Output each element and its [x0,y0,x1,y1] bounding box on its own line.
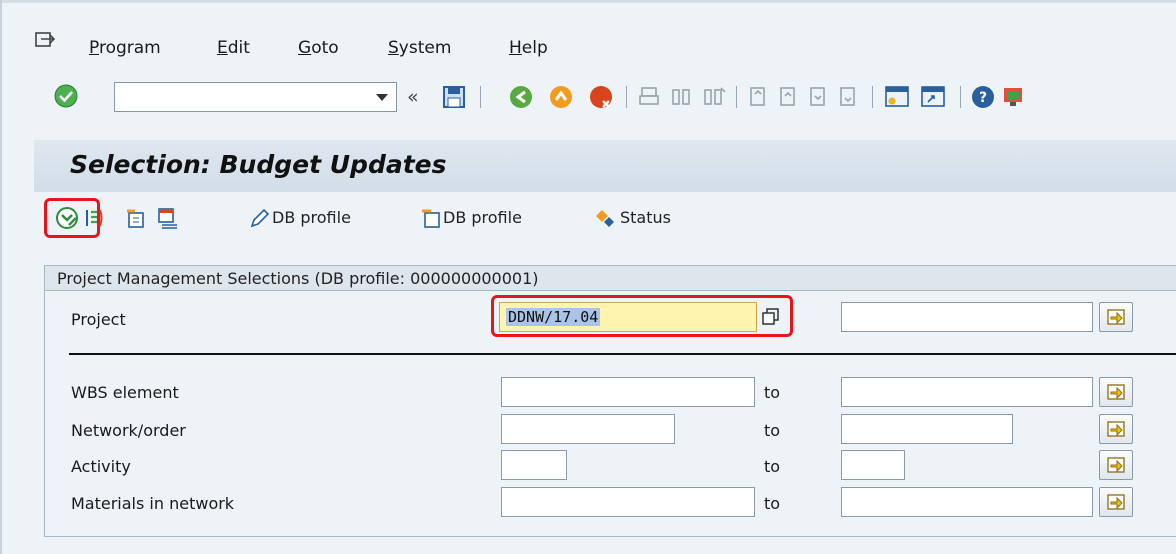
menu-goto[interactable]: Goto [298,38,339,58]
activity-to-label: to [764,457,781,476]
standard-toolbar: « ? [2,74,1176,122]
project-label: Project [71,310,126,329]
back-icon[interactable] [508,84,534,110]
wbs-element-to-input[interactable] [841,377,1093,407]
get-variant-icon[interactable] [124,206,146,230]
materials-label: Materials in network [71,494,235,513]
menu-bar: Program Edit Goto System Help [2,30,1176,62]
collapse-icon[interactable]: « [407,86,419,112]
group-title: Project Management Selections (DB profil… [57,269,539,288]
toolbar-separator [480,86,481,108]
execute-icon[interactable] [54,205,80,231]
first-page-icon[interactable] [746,84,768,110]
materials-multiple-button[interactable] [1099,487,1133,517]
db-profile-select-button[interactable]: DB profile [443,208,522,227]
wbs-to-label: to [764,383,781,402]
toolbar-separator [736,86,737,108]
create-session-icon[interactable] [884,84,910,110]
window-top-edge [2,0,1176,3]
activity-to-input[interactable] [841,450,905,480]
arrow-right-icon [1107,494,1125,510]
find-next-icon[interactable] [702,84,726,110]
network-order-label: Network/order [71,421,186,440]
menu-exit-icon[interactable] [35,32,55,48]
status-button[interactable]: Status [620,208,671,227]
status-icon[interactable] [592,206,618,230]
db-profile-select-icon[interactable] [419,206,443,230]
wbs-element-label: WBS element [71,383,179,402]
project-to-input[interactable] [841,302,1093,332]
wbs-element-from-input[interactable] [501,377,755,407]
network-order-to-input[interactable] [841,414,1013,444]
help-icon[interactable]: ? [970,84,996,110]
arrow-right-icon [1107,421,1125,437]
section-divider [69,353,1176,355]
project-multiple-button[interactable] [1099,302,1133,332]
title-bar: Selection: Budget Updates [34,140,1176,192]
project-input[interactable]: DDNW/17.04 [499,302,757,332]
page-title: Selection: Budget Updates [70,150,447,179]
find-icon[interactable] [670,84,692,110]
menu-help[interactable]: Help [509,38,548,58]
selection-group: Project Management Selections (DB profil… [44,265,1176,537]
arrow-right-icon [1107,309,1125,325]
group-title-bar: Project Management Selections (DB profil… [45,266,1176,291]
menu-system[interactable]: System [388,38,451,58]
materials-to-label: to [764,494,781,513]
db-profile-edit-button[interactable]: DB profile [272,208,351,227]
toolbar-separator [960,86,961,108]
print-icon[interactable] [638,84,660,110]
toolbar-separator [872,86,873,108]
activity-multiple-button[interactable] [1099,450,1133,480]
customize-layout-icon[interactable] [1002,84,1024,110]
command-dropdown-icon[interactable] [376,94,388,101]
network-multiple-button[interactable] [1099,414,1133,444]
selection-options-icon[interactable] [84,206,106,230]
sap-window: Program Edit Goto System Help « ? Select… [0,0,1176,554]
cancel-icon[interactable] [588,84,614,110]
network-to-label: to [764,421,781,440]
arrow-right-icon [1107,457,1125,473]
activity-from-input[interactable] [501,450,567,480]
application-toolbar: DB profile DB profile Status [34,196,1176,240]
menu-program[interactable]: Program [89,38,161,58]
activity-label: Activity [71,457,131,476]
materials-to-input[interactable] [841,487,1093,517]
last-page-icon[interactable] [836,84,858,110]
save-variant-icon[interactable] [156,206,180,230]
materials-from-input[interactable] [501,487,755,517]
wbs-multiple-button[interactable] [1099,377,1133,407]
arrow-right-icon [1107,384,1125,400]
multiple-selection-icon[interactable] [761,307,781,327]
command-field[interactable] [114,82,397,112]
network-order-from-input[interactable] [501,414,675,444]
save-icon[interactable] [442,84,466,110]
enter-check-icon[interactable] [54,84,78,108]
menu-edit[interactable]: Edit [217,38,250,58]
shortcut-icon[interactable] [920,84,946,110]
next-page-icon[interactable] [806,84,828,110]
project-input-value: DDNW/17.04 [506,308,601,326]
exit-icon[interactable] [548,84,574,110]
svg-text:?: ? [979,90,987,106]
pencil-icon[interactable] [248,206,270,230]
toolbar-separator [626,86,627,108]
previous-page-icon[interactable] [776,84,798,110]
